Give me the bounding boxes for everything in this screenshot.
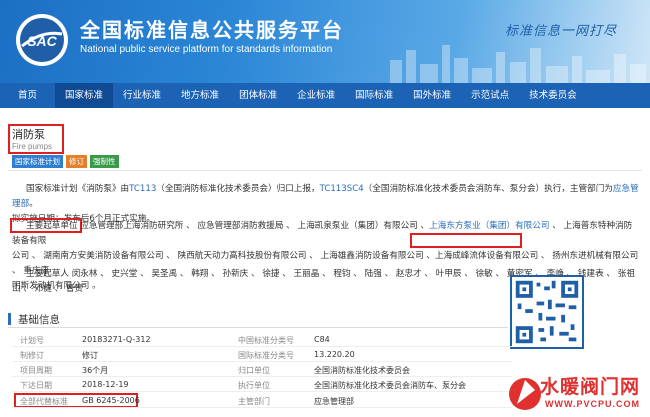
badge-mandatory: 强制性 [90, 155, 119, 168]
watermark-brand: 水暖阀门网 [540, 376, 641, 398]
nav-item-industry-standards[interactable]: 行业标准 [113, 83, 171, 108]
logo-text: SAC [27, 33, 57, 49]
authority-link[interactable]: 应急管理部 [314, 396, 354, 407]
section-accent-bar [8, 313, 11, 325]
sac-logo-icon[interactable]: SAC [14, 12, 70, 68]
info-row: 制修订 修订 国际标准分类号 13.220.20 [12, 349, 512, 362]
company-link-dongfang[interactable]: 上海东方泵业（集团）有限公司 [429, 221, 549, 231]
nav-item-home[interactable]: 首页 [0, 83, 55, 108]
site-slogan: 标准信息一网打尽 [505, 24, 618, 39]
badge-revision: 修订 [66, 155, 87, 168]
basic-info-title: 基础信息 [18, 314, 60, 326]
info-row: 下达日期 2018-12-19 执行单位 全国消防标准化技术委员会消防车、泵分会 [12, 379, 512, 392]
standard-title-en: Fire pumps [12, 142, 53, 151]
tc113-link[interactable]: TC113 [129, 184, 156, 194]
site-title: 全国标准信息公共服务平台 [80, 18, 344, 42]
nav-item-pilot-demos[interactable]: 示范试点 [461, 83, 519, 108]
info-row: 全部代替标准 GB 6245-2006 主管部门 应急管理部 [12, 395, 512, 408]
drafters-people-label: 主要起草人 [26, 269, 69, 279]
responsible-committee-link[interactable]: 全国消防标准化技术委员会 [314, 365, 410, 376]
watermark-url: WWW.PVCPU.COM [545, 399, 640, 409]
executing-unit-link[interactable]: 全国消防标准化技术委员会消防车、泵分会 [314, 380, 466, 391]
site-header: SAC 全国标准信息公共服务平台 National public service… [0, 0, 650, 83]
section-divider [8, 170, 642, 171]
nav-item-foreign-standards[interactable]: 国外标准 [403, 83, 461, 108]
info-row: 项目周期 36个月 归口单位 全国消防标准化技术委员会 [12, 364, 512, 377]
company-chengfeng[interactable]: 上海成峰流体设备有限公司 [435, 251, 538, 261]
nav-item-enterprise-standards[interactable]: 企业标准 [287, 83, 345, 108]
main-nav: 首页 国家标准 行业标准 地方标准 团体标准 企业标准 国际标准 国外标准 示范… [0, 83, 650, 108]
badge-plan: 国家标准计划 [12, 155, 63, 168]
info-row: 计划号 20183271-Q-312 中国标准分类号 C84 [12, 334, 512, 347]
replaced-standard-value[interactable]: GB 6245-2006 [82, 396, 140, 405]
standard-title: 消防泵 [12, 128, 45, 141]
qr-code-icon [510, 275, 584, 349]
nav-item-group-standards[interactable]: 团体标准 [229, 83, 287, 108]
nav-item-international-standards[interactable]: 国际标准 [345, 83, 403, 108]
skyline-decoration-icon [390, 45, 646, 83]
drafters-label: 主要起草单位 [26, 221, 78, 231]
tc113sc4-link[interactable]: TC113SC4 [320, 184, 364, 194]
basic-info-header: 基础信息 [8, 310, 508, 328]
nav-item-local-standards[interactable]: 地方标准 [171, 83, 229, 108]
site-subtitle: National public service platform for sta… [80, 44, 333, 55]
nav-item-tech-committees[interactable]: 技术委员会 [519, 83, 587, 108]
nav-item-national-standards[interactable]: 国家标准 [55, 83, 114, 108]
badge-group: 国家标准计划 修订 强制性 [12, 155, 119, 168]
